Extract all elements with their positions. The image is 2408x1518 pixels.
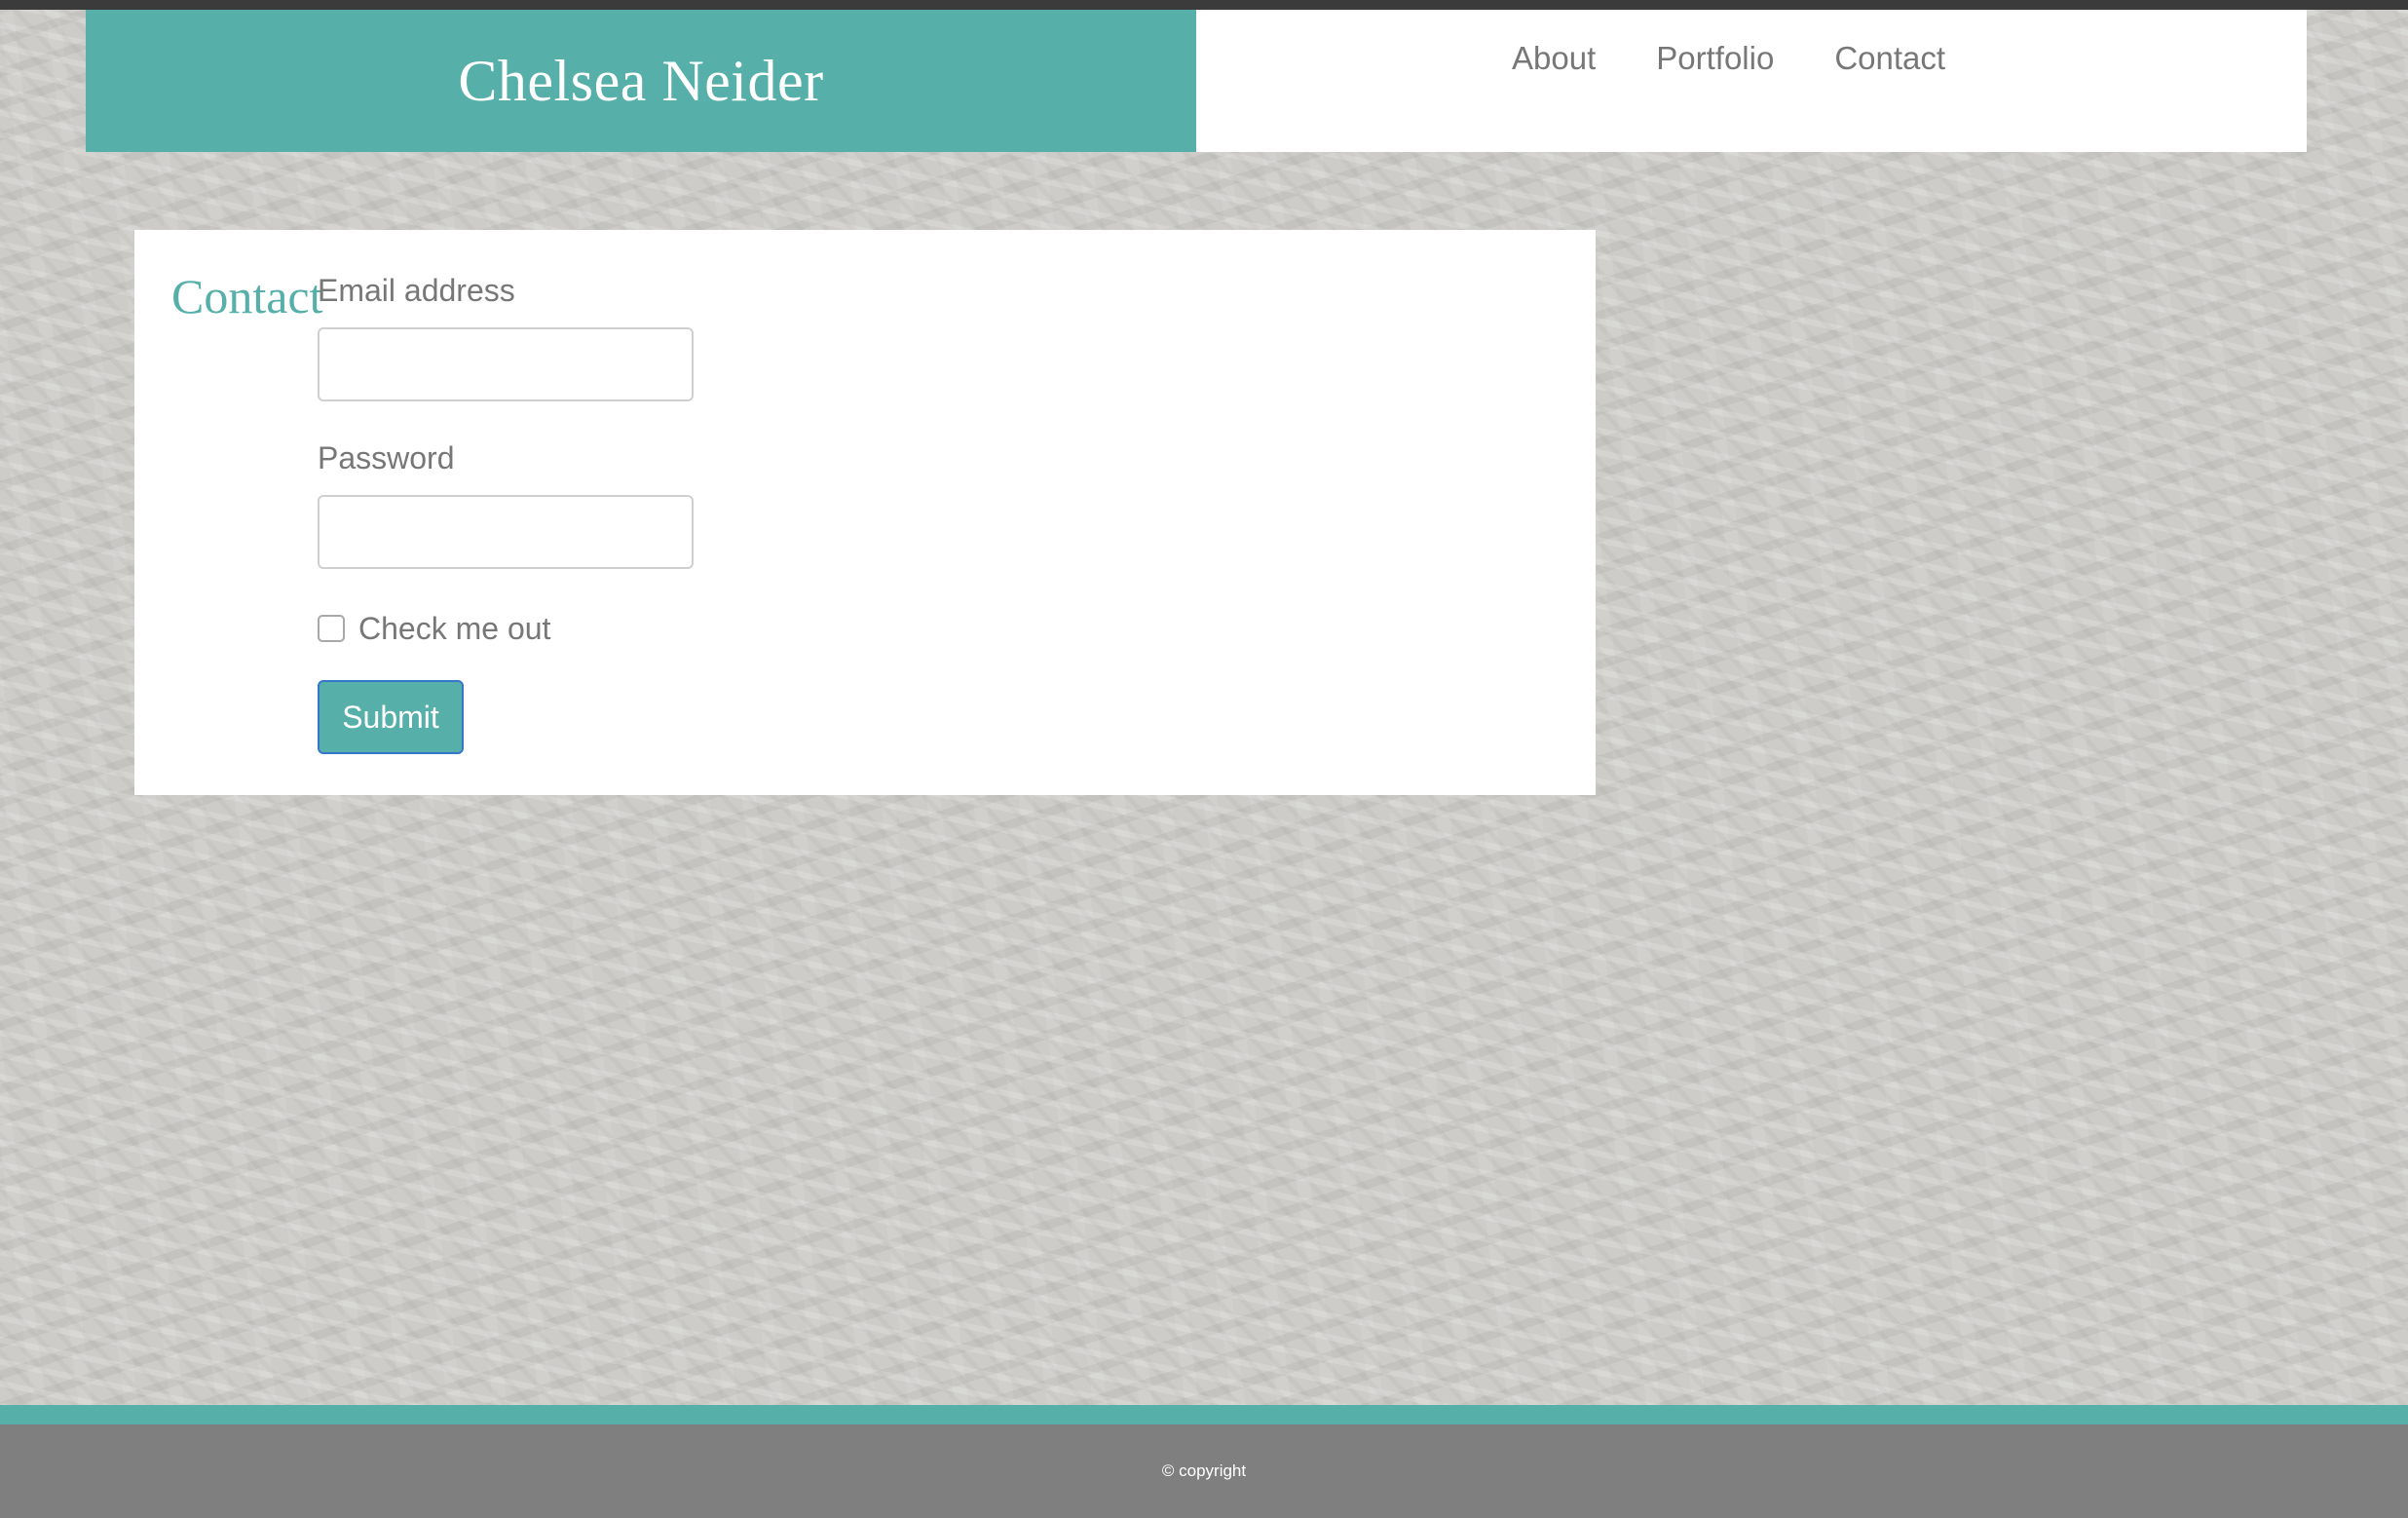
site-footer: © copyright	[0, 1424, 2408, 1518]
check-me-out-label[interactable]: Check me out	[358, 609, 550, 648]
footer-accent-bar	[0, 1405, 2408, 1424]
nav-link-portfolio[interactable]: Portfolio	[1656, 33, 1774, 84]
password-label: Password	[318, 440, 455, 475]
nav-panel: About Portfolio Contact	[1196, 10, 2307, 152]
copyright-text: © copyright	[1161, 1461, 1247, 1480]
email-label: Email address	[318, 273, 515, 308]
contact-card: Contact Email address Password Check me …	[134, 230, 1596, 795]
main-nav: About Portfolio Contact	[1512, 33, 1945, 84]
nav-link-contact[interactable]: Contact	[1834, 33, 1945, 84]
site-title[interactable]: Chelsea Neider	[458, 48, 823, 115]
email-field[interactable]	[318, 327, 694, 401]
brand-panel: Chelsea Neider	[86, 10, 1196, 152]
check-me-out-checkbox[interactable]	[318, 615, 345, 642]
site-header: Chelsea Neider About Portfolio Contact	[86, 10, 2307, 152]
submit-button[interactable]: Submit	[318, 680, 464, 754]
password-field[interactable]	[318, 495, 694, 569]
contact-heading: Contact	[171, 269, 323, 323]
nav-link-about[interactable]: About	[1512, 33, 1596, 84]
check-row: Check me out	[318, 608, 694, 649]
contact-form: Email address Password Check me out Subm…	[318, 271, 694, 754]
top-strip	[0, 0, 2408, 10]
